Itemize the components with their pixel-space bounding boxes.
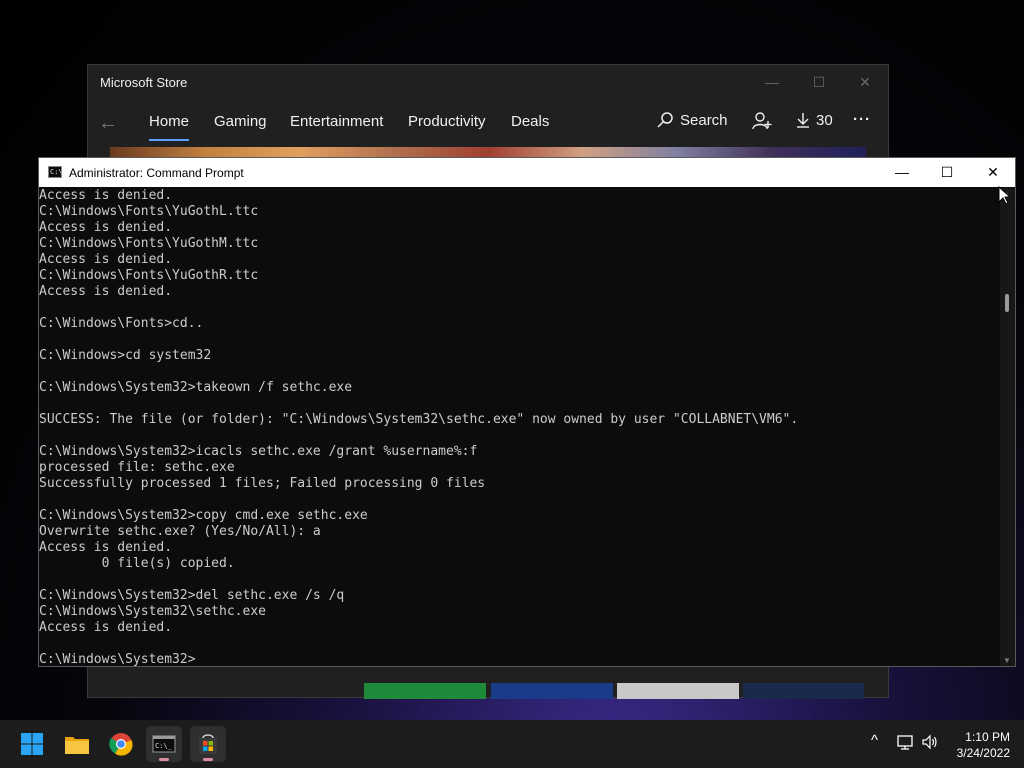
command-prompt-window: C:\ Administrator: Command Prompt — ☐ ✕ … bbox=[38, 157, 1016, 667]
cmd-icon: C:\_ bbox=[152, 735, 176, 753]
volume-icon[interactable] bbox=[921, 734, 939, 750]
cmd-titlebar[interactable]: C:\ Administrator: Command Prompt — ☐ ✕ bbox=[39, 158, 1015, 187]
store-titlebar[interactable]: Microsoft Store — ☐ ✕ bbox=[88, 65, 888, 99]
store-minimize-button[interactable]: — bbox=[760, 71, 784, 93]
search-label: Search bbox=[680, 111, 728, 129]
cmd-title: Administrator: Command Prompt bbox=[69, 166, 244, 180]
store-title: Microsoft Store bbox=[100, 75, 188, 90]
cmd-scrollbar[interactable]: ▲ ▼ bbox=[1000, 188, 1015, 666]
svg-text:C:\_: C:\_ bbox=[155, 742, 173, 750]
console-line: C:\Windows\System32>del sethc.exe /s /q bbox=[39, 588, 345, 603]
person-add-icon bbox=[752, 112, 772, 130]
windows-logo-icon bbox=[21, 733, 43, 755]
console-line: Access is denied. bbox=[39, 188, 173, 203]
running-indicator bbox=[159, 758, 169, 761]
more-options-icon[interactable]: ··· bbox=[853, 111, 871, 128]
product-tile[interactable] bbox=[617, 683, 739, 699]
network-icon[interactable] bbox=[896, 734, 914, 750]
cmd-maximize-button[interactable]: ☐ bbox=[932, 161, 962, 183]
console-line: C:\Windows\System32> bbox=[39, 652, 196, 666]
cmd-minimize-button[interactable]: — bbox=[887, 161, 917, 183]
show-hidden-icons-chevron-icon[interactable]: ^ bbox=[871, 732, 878, 749]
console-line: C:\Windows\Fonts\YuGothL.ttc bbox=[39, 204, 259, 219]
console-output[interactable]: Access is denied. C:\Windows\Fonts\YuGoth… bbox=[39, 188, 1001, 666]
store-nav: ← Home Gaming Entertainment Productivity… bbox=[88, 105, 888, 141]
console-line: Access is denied. bbox=[39, 284, 173, 299]
console-line: Overwrite sethc.exe? (Yes/No/All): a bbox=[39, 524, 321, 539]
active-tab-indicator bbox=[149, 139, 189, 141]
chrome-icon bbox=[109, 733, 133, 756]
downloads-button[interactable]: 30 bbox=[796, 111, 833, 129]
tab-entertainment[interactable]: Entertainment bbox=[290, 113, 383, 130]
console-line: C:\Windows\System32>icacls sethc.exe /gr… bbox=[39, 444, 478, 459]
console-line: Access is denied. bbox=[39, 620, 173, 635]
scroll-down-icon[interactable]: ▼ bbox=[1003, 656, 1011, 665]
clock-date: 3/24/2022 bbox=[956, 746, 1010, 760]
search-icon bbox=[657, 112, 673, 128]
tab-gaming[interactable]: Gaming bbox=[214, 113, 267, 130]
command-prompt-taskbar-button[interactable]: C:\_ bbox=[146, 726, 182, 762]
store-close-button[interactable]: ✕ bbox=[853, 71, 877, 93]
tab-home[interactable]: Home bbox=[149, 113, 189, 130]
product-tile[interactable] bbox=[364, 683, 486, 699]
chrome-button[interactable] bbox=[103, 726, 139, 762]
console-line: C:\Windows>cd system32 bbox=[39, 348, 212, 363]
console-line: C:\Windows\System32\sethc.exe bbox=[39, 604, 266, 619]
microsoft-store-taskbar-button[interactable] bbox=[190, 726, 226, 762]
console-line: C:\Windows\System32>copy cmd.exe sethc.e… bbox=[39, 508, 368, 523]
tab-deals[interactable]: Deals bbox=[511, 113, 549, 130]
product-tile[interactable] bbox=[743, 683, 864, 699]
taskbar: C:\_ ^ 1:10 PM 3/24/2022 bbox=[0, 720, 1024, 768]
search-button[interactable]: Search bbox=[656, 111, 728, 129]
account-button[interactable] bbox=[752, 111, 772, 131]
file-explorer-button[interactable] bbox=[59, 726, 95, 762]
download-icon bbox=[797, 113, 809, 128]
start-button[interactable] bbox=[14, 726, 50, 762]
downloads-count: 30 bbox=[816, 111, 833, 129]
console-line: C:\Windows\Fonts\YuGothM.ttc bbox=[39, 236, 259, 251]
product-tile[interactable] bbox=[491, 683, 613, 699]
console-line: SUCCESS: The file (or folder): "C:\Windo… bbox=[39, 412, 799, 427]
store-icon bbox=[199, 734, 217, 754]
cmd-close-button[interactable]: ✕ bbox=[978, 161, 1008, 183]
running-indicator bbox=[203, 758, 213, 761]
tab-productivity[interactable]: Productivity bbox=[408, 113, 486, 130]
console-line: Access is denied. bbox=[39, 540, 173, 555]
folder-icon bbox=[65, 737, 89, 754]
mouse-cursor-icon bbox=[998, 186, 1012, 205]
console-line: C:\Windows\System32>takeown /f sethc.exe bbox=[39, 380, 353, 395]
back-arrow-icon[interactable]: ← bbox=[98, 111, 118, 135]
taskbar-clock[interactable]: 1:10 PM 3/24/2022 bbox=[957, 729, 1010, 761]
console-line: C:\Windows\Fonts\YuGothR.ttc bbox=[39, 268, 259, 283]
console-line: processed file: sethc.exe bbox=[39, 460, 235, 475]
scroll-thumb[interactable] bbox=[1005, 294, 1009, 312]
cmd-window-icon: C:\ bbox=[48, 166, 63, 178]
clock-time: 1:10 PM bbox=[965, 730, 1010, 744]
console-line: C:\Windows\Fonts>cd.. bbox=[39, 316, 204, 331]
console-line: Access is denied. bbox=[39, 252, 173, 267]
console-line: 0 file(s) copied. bbox=[39, 556, 235, 571]
console-line: Successfully processed 1 files; Failed p… bbox=[39, 476, 486, 491]
store-maximize-button[interactable]: ☐ bbox=[807, 71, 831, 93]
console-line: Access is denied. bbox=[39, 220, 173, 235]
